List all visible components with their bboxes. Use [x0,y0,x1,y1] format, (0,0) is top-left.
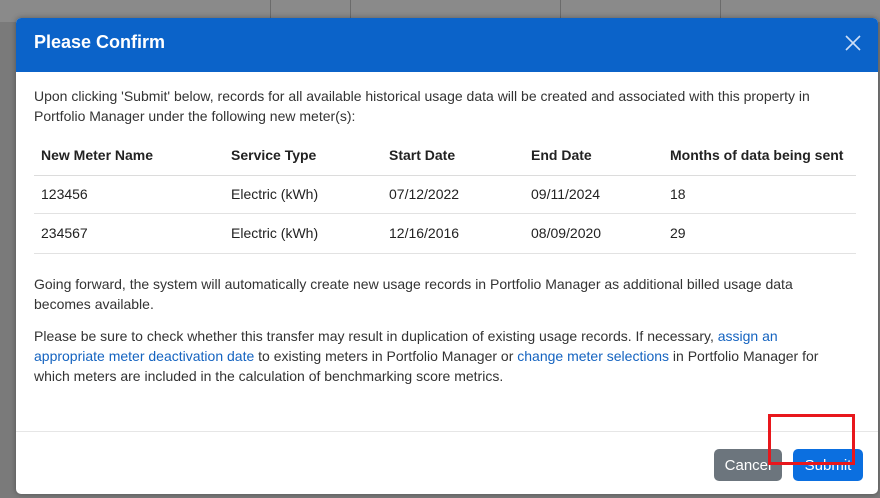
duplication-warning-text: Please be sure to check whether this tra… [34,326,860,386]
cell-service-type: Electric (kWh) [224,213,382,254]
warning-text-part: to existing meters in Portfolio Manager … [254,348,518,364]
cell-service-type: Electric (kWh) [224,175,382,214]
column-header-months: Months of data being sent [663,134,856,176]
column-header-end-date: End Date [524,134,663,176]
dialog-body: Upon clicking 'Submit' below, records fo… [16,86,878,386]
table-row: 123456 Electric (kWh) 07/12/2022 09/11/2… [34,175,856,214]
table-header-row: New Meter Name Service Type Start Date E… [34,134,856,176]
dialog-header: Please Confirm [16,18,878,72]
cancel-button[interactable]: Cancel [714,449,782,481]
going-forward-text: Going forward, the system will automatic… [34,276,793,312]
cell-end-date: 09/11/2024 [524,175,663,214]
change-meter-selections-link[interactable]: change meter selections [517,348,669,364]
confirm-dialog: Please Confirm Upon clicking 'Submit' be… [16,18,878,494]
close-icon [845,35,861,51]
cell-meter-name: 234567 [34,213,224,254]
meters-table: New Meter Name Service Type Start Date E… [34,134,856,254]
cell-start-date: 12/16/2016 [382,213,524,254]
column-header-meter-name: New Meter Name [34,134,224,176]
cell-months: 18 [663,175,856,214]
dialog-title: Please Confirm [34,32,166,52]
close-button[interactable] [840,30,866,56]
warning-text-part: Please be sure to check whether this tra… [34,328,718,344]
cell-months: 29 [663,213,856,254]
intro-text: Upon clicking 'Submit' below, records fo… [34,88,810,124]
column-header-service-type: Service Type [224,134,382,176]
cell-meter-name: 123456 [34,175,224,214]
submit-button[interactable]: Submit [793,449,863,481]
cell-start-date: 07/12/2022 [382,175,524,214]
table-row: 234567 Electric (kWh) 12/16/2016 08/09/2… [34,213,856,254]
column-header-start-date: Start Date [382,134,524,176]
cell-end-date: 08/09/2020 [524,213,663,254]
dialog-footer: Cancel Submit [16,431,878,494]
